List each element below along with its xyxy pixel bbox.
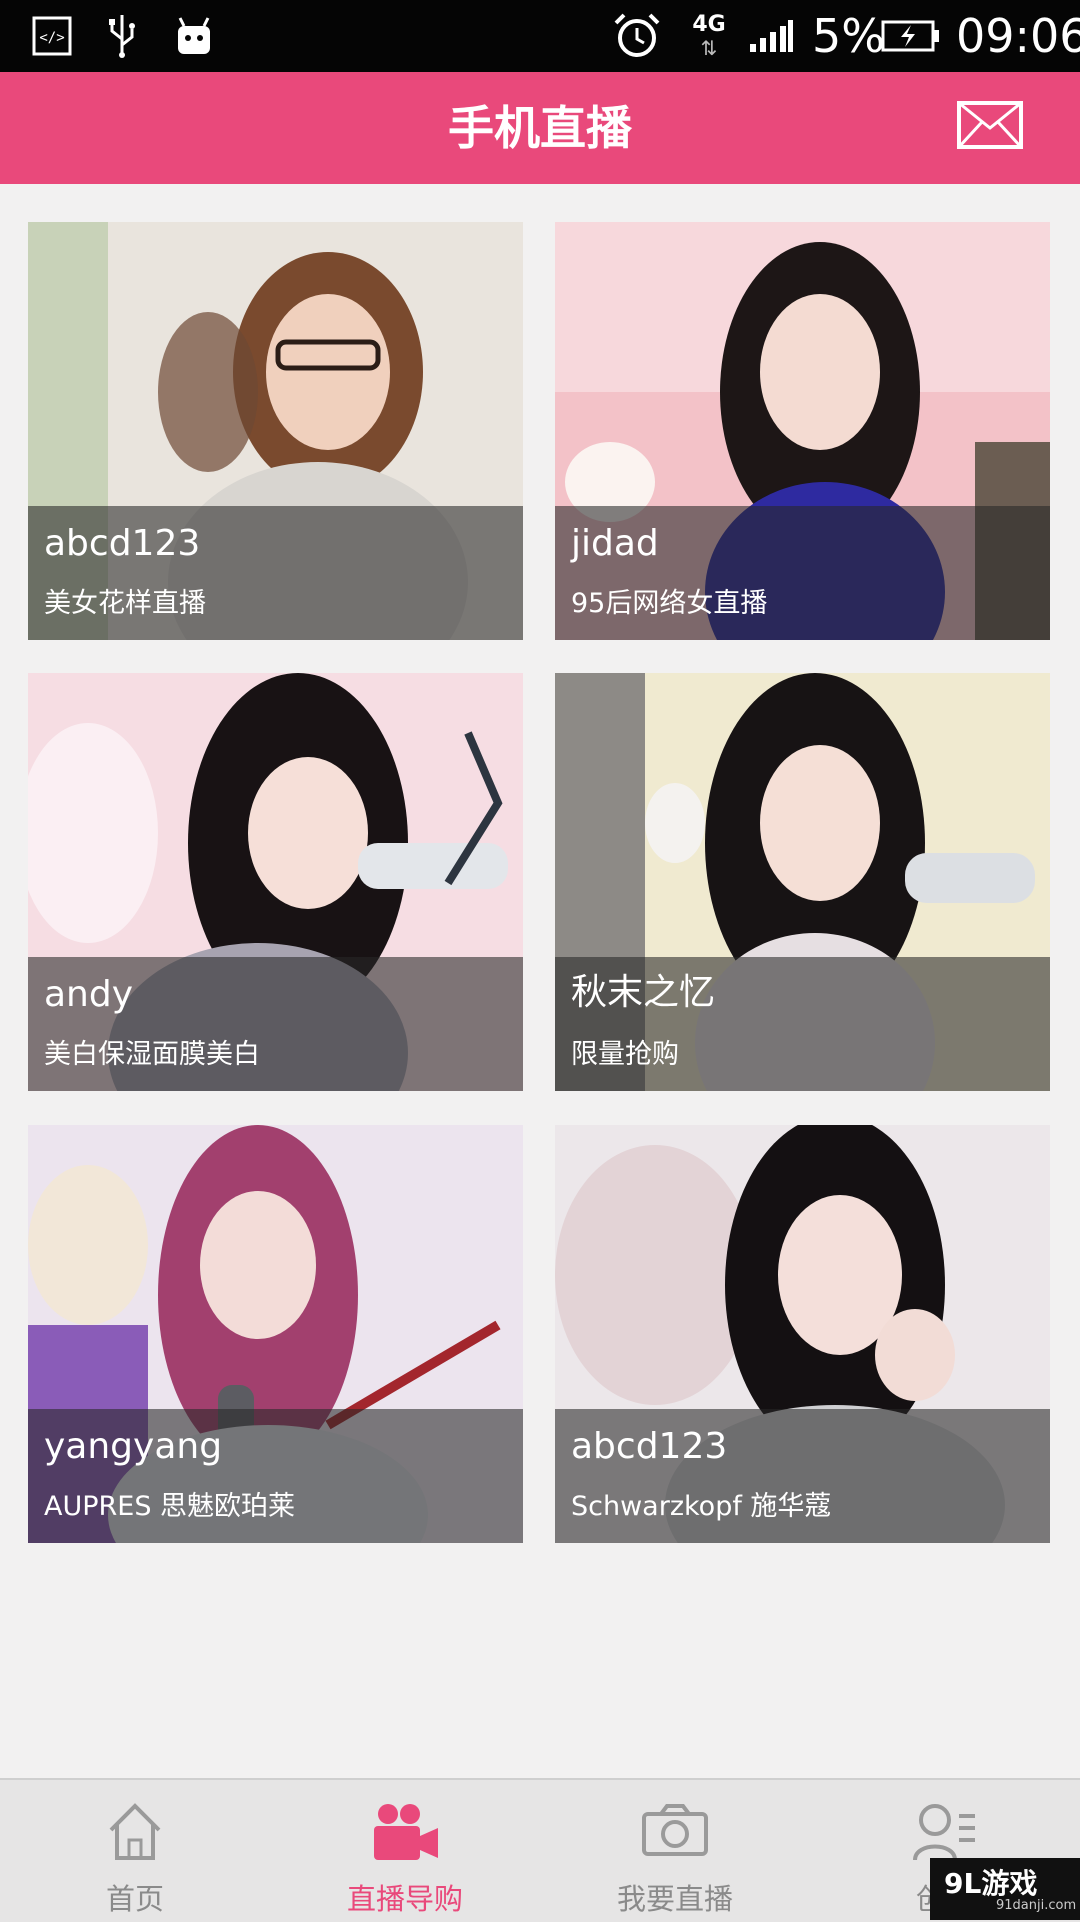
alarm-icon [612,10,662,62]
tab-live-shopping[interactable]: 直播导购 [270,1780,540,1922]
mail-icon[interactable] [956,100,1024,150]
streamer-name: jidad [571,523,659,564]
video-camera-icon [368,1802,442,1868]
tab-go-live[interactable]: 我要直播 [540,1780,810,1922]
stream-description: 美女花样直播 [44,588,206,619]
streamer-name: abcd123 [44,523,201,564]
usb-icon [104,10,140,62]
stream-card[interactable]: andy 美白保湿面膜美白 [28,673,523,1091]
stream-card[interactable]: abcd123 美女花样直播 [28,222,523,640]
stream-description: AUPRES 思魅欧珀莱 [44,1491,296,1522]
bottom-tab-bar: 首页 直播导购 我要直播 创客 [0,1778,1080,1922]
signal-icon [746,10,796,62]
svg-text:</>: </> [39,30,64,46]
stream-card[interactable]: jidad 95后网络女直播 [555,222,1050,640]
tab-label: 直播导购 [346,1882,463,1916]
streamer-name: yangyang [44,1426,223,1467]
tab-label: 我要直播 [616,1882,733,1916]
battery-charging-icon [880,10,942,62]
streamer-name: andy [44,974,134,1015]
home-icon [107,1802,163,1866]
status-bar: </> 4G ⇅ 5% 09:06 [0,0,1080,72]
watermark-brand: 9L游戏 [944,1867,1038,1900]
clock-time: 09:06 [956,9,1080,63]
app-header: 手机直播 [0,72,1080,184]
tab-label: 首页 [105,1882,164,1916]
stream-card[interactable]: yangyang AUPRES 思魅欧珀莱 [28,1125,523,1543]
watermark: 9L游戏 91danji.com [930,1858,1080,1920]
battery-percent: 5% [812,9,885,63]
stream-description: 95后网络女直播 [571,588,768,619]
watermark-domain: 91danji.com [996,1898,1077,1913]
page-title: 手机直播 [448,101,632,155]
developer-mode-icon: </> [30,10,74,62]
tab-home[interactable]: 首页 [0,1780,270,1922]
network-4g-icon: 4G ⇅ [692,12,726,60]
android-icon [174,10,214,62]
stream-description: Schwarzkopf 施华蔻 [571,1491,832,1522]
streamer-name: abcd123 [571,1426,728,1467]
camera-icon [641,1802,709,1862]
stream-description: 限量抢购 [571,1039,679,1070]
stream-description: 美白保湿面膜美白 [44,1039,260,1070]
stream-card[interactable]: abcd123 Schwarzkopf 施华蔻 [555,1125,1050,1543]
streamer-name: 秋末之忆 [571,972,716,1013]
stream-card[interactable]: 秋末之忆 限量抢购 [555,673,1050,1091]
